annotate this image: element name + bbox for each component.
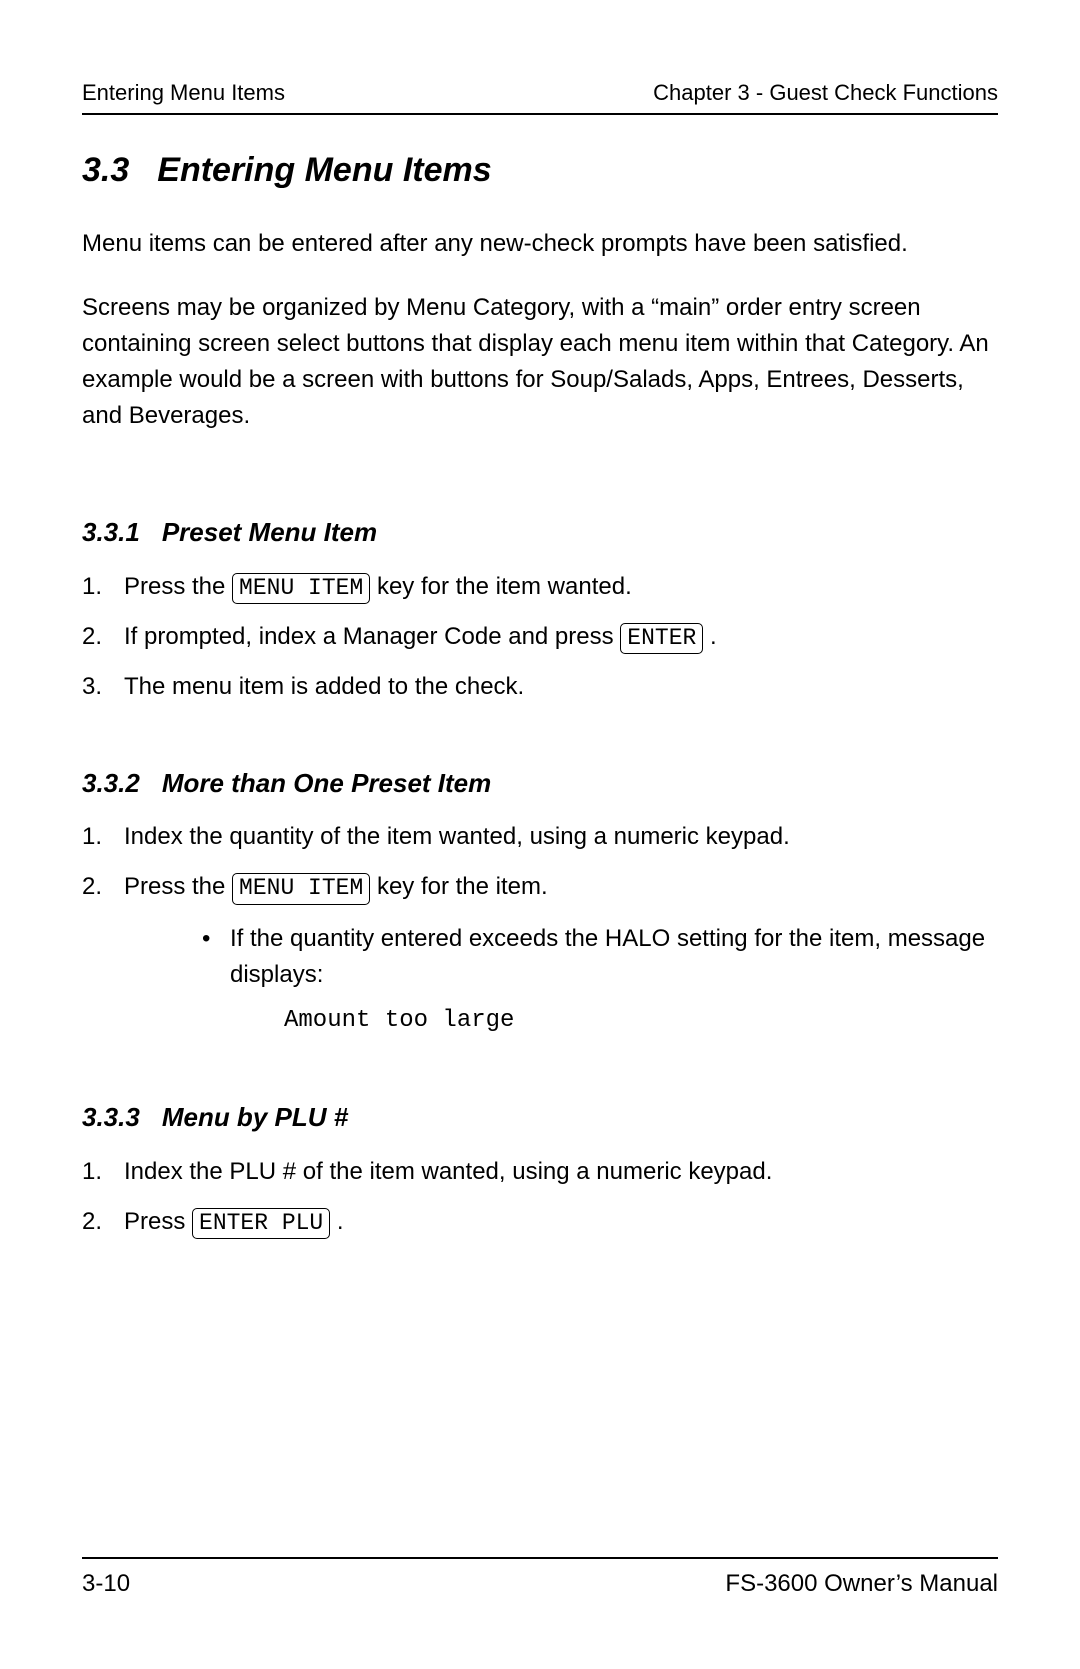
intro-paragraph-1: Menu items can be entered after any new-… — [82, 226, 998, 262]
subsection-number: 3.3.3 — [82, 1102, 140, 1132]
header-right: Chapter 3 - Guest Check Functions — [653, 78, 998, 109]
steps-333: Index the PLU # of the item wanted, usin… — [82, 1154, 998, 1240]
sub-bullet: If the quantity entered exceeds the HALO… — [202, 921, 998, 993]
page-footer: 3-10 FS-3600 Owner’s Manual — [82, 1557, 998, 1601]
step-text: If prompted, index a Manager Code and pr… — [124, 623, 620, 650]
subsection-heading-332: 3.3.2 More than One Preset Item — [82, 765, 998, 801]
step-text: Press the — [124, 873, 232, 900]
step-text: . — [330, 1208, 343, 1235]
step-text: key for the item wanted. — [370, 573, 631, 600]
section-title: Entering Menu Items — [157, 151, 491, 189]
enter-plu-keycap: ENTER PLU — [192, 1208, 330, 1240]
step-text: Index the PLU # of the item wanted, usin… — [124, 1158, 772, 1185]
menu-item-keycap: MENU ITEM — [232, 873, 370, 905]
step-item: Index the PLU # of the item wanted, usin… — [82, 1154, 998, 1190]
section-number: 3.3 — [82, 151, 129, 189]
steps-331: Press the MENU ITEM key for the item wan… — [82, 569, 998, 705]
step-item: Index the quantity of the item wanted, u… — [82, 819, 998, 855]
section-heading: 3.3 Entering Menu Items — [82, 147, 998, 195]
header-left: Entering Menu Items — [82, 78, 285, 109]
subsection-title: Preset Menu Item — [162, 517, 377, 547]
page-header: Entering Menu Items Chapter 3 - Guest Ch… — [82, 78, 998, 115]
enter-keycap: ENTER — [620, 623, 703, 655]
step-item: Press the MENU ITEM key for the item wan… — [82, 569, 998, 605]
step-item: The menu item is added to the check. — [82, 669, 998, 705]
system-message: Amount too large — [284, 1003, 998, 1039]
step-item: Press ENTER PLU . — [82, 1204, 998, 1240]
footer-page-number: 3-10 — [82, 1567, 130, 1601]
step-item: Press the MENU ITEM key for the item. If… — [82, 869, 998, 1039]
step-text: Press the — [124, 573, 232, 600]
step-item: If prompted, index a Manager Code and pr… — [82, 619, 998, 655]
subsection-number: 3.3.1 — [82, 517, 140, 547]
step-text: The menu item is added to the check. — [124, 673, 524, 700]
step-text: Index the quantity of the item wanted, u… — [124, 823, 790, 850]
step-text: Press — [124, 1208, 192, 1235]
subsection-heading-333: 3.3.3 Menu by PLU # — [82, 1099, 998, 1135]
bullet-text: If the quantity entered exceeds the HALO… — [230, 925, 985, 988]
step-text: key for the item. — [370, 873, 547, 900]
footer-manual-title: FS-3600 Owner’s Manual — [725, 1567, 998, 1601]
steps-332: Index the quantity of the item wanted, u… — [82, 819, 998, 1039]
step-text: . — [703, 623, 716, 650]
subsection-heading-331: 3.3.1 Preset Menu Item — [82, 514, 998, 550]
subsection-title: More than One Preset Item — [162, 768, 491, 798]
menu-item-keycap: MENU ITEM — [232, 573, 370, 605]
intro-paragraph-2: Screens may be organized by Menu Categor… — [82, 290, 998, 434]
subsection-number: 3.3.2 — [82, 768, 140, 798]
subsection-title: Menu by PLU # — [162, 1102, 348, 1132]
